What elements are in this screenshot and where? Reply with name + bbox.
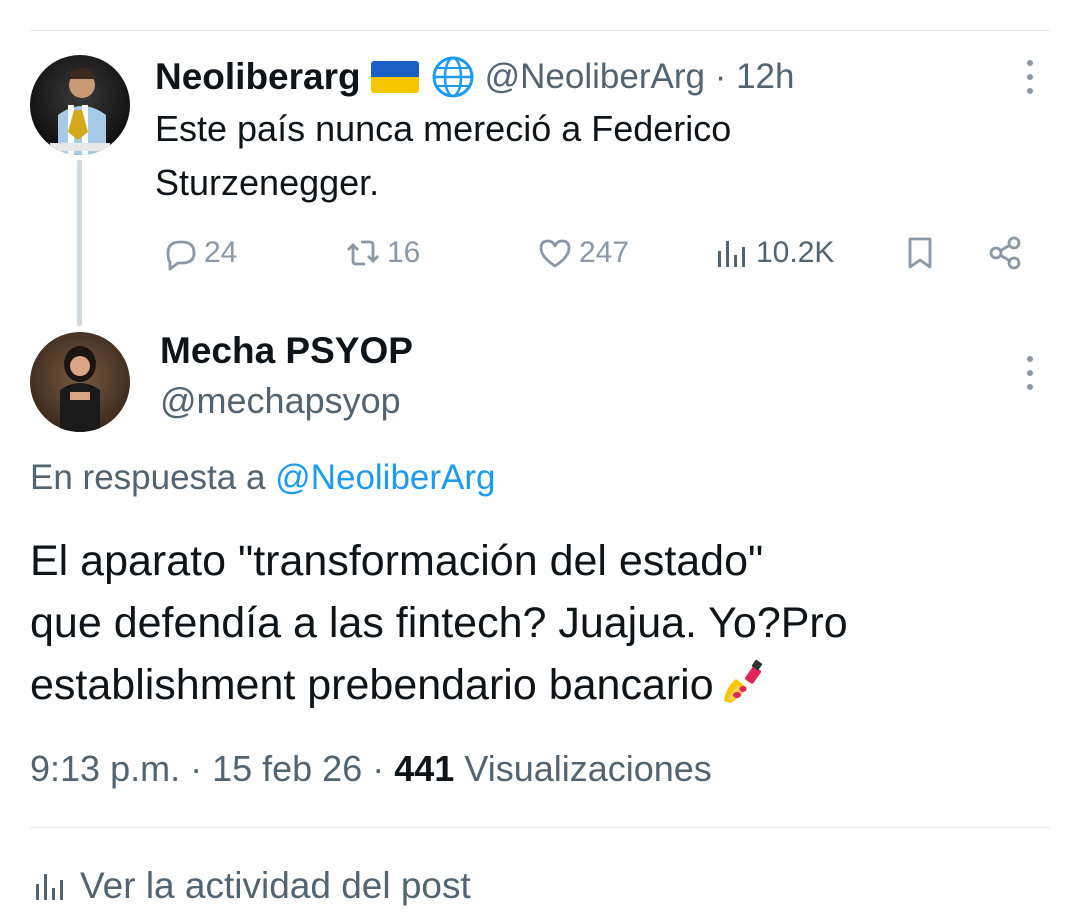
views-button[interactable]: 10.2K — [712, 230, 834, 276]
tweet-time[interactable]: 9:13 p.m. — [30, 748, 180, 789]
view-post-activity-link[interactable]: Ver la actividad del post — [30, 862, 471, 910]
top-divider — [30, 30, 1050, 31]
share-icon — [989, 236, 1021, 270]
reply-avatar-image — [60, 346, 100, 432]
views-count: 10.2K — [756, 236, 835, 269]
parent-avatar[interactable] — [30, 55, 130, 155]
parent-tweet-text: Este país nunca mereció a Federico Sturz… — [155, 108, 732, 203]
activity-bar-chart-icon — [36, 874, 63, 900]
reply-handle[interactable]: @mechapsyop — [160, 380, 401, 422]
parent-action-bar: 24 16 247 10.2K — [0, 230, 1080, 276]
bookmark-icon — [908, 237, 932, 269]
globe-icon — [432, 56, 474, 98]
like-button[interactable]: 247 — [535, 230, 629, 276]
reply-display-name[interactable]: Mecha PSYOP — [160, 330, 413, 372]
views-total: 441 — [394, 748, 455, 789]
reply-more-options-icon[interactable] — [1025, 356, 1035, 390]
views-label: Visualizaciones — [464, 748, 712, 789]
nail-polish-emoji — [723, 659, 762, 703]
repost-icon — [347, 240, 379, 266]
ukraine-flag-icon — [370, 61, 419, 93]
heart-icon — [539, 239, 571, 268]
reply-avatar[interactable] — [30, 332, 130, 432]
replying-prefix: En respuesta a — [30, 458, 266, 497]
bottom-divider — [30, 827, 1050, 828]
share-button[interactable] — [985, 230, 1025, 276]
tweet-date[interactable]: 15 feb 26 — [212, 748, 362, 789]
parent-more-options-icon[interactable] — [1025, 60, 1035, 94]
bookmark-button[interactable] — [900, 230, 940, 276]
reply-tweet-text: El aparato "transformación del estado" q… — [30, 530, 1030, 716]
views-bar-chart-icon — [718, 241, 745, 267]
replying-mention-link[interactable]: @NeoliberArg — [275, 458, 495, 497]
reply-button[interactable]: 24 — [160, 230, 237, 276]
activity-link-label: Ver la actividad del post — [80, 865, 471, 906]
repost-count: 16 — [387, 236, 421, 269]
repost-button[interactable]: 16 — [343, 230, 420, 276]
parent-header: Neoliberarg @NeoliberArg · 12h — [155, 52, 794, 102]
parent-time: 12h — [736, 57, 795, 96]
parent-avatar-image — [50, 68, 110, 155]
reply-icon — [166, 240, 196, 271]
reply-count: 24 — [204, 236, 238, 269]
like-count: 247 — [579, 236, 630, 269]
replying-to-line: En respuesta a @NeoliberArg — [30, 458, 496, 498]
tweet-meta: 9:13 p.m. · 15 feb 26 · 441 Visualizacio… — [30, 748, 712, 789]
parent-handle[interactable]: @NeoliberArg · 12h — [485, 57, 795, 97]
parent-display-name[interactable]: Neoliberarg — [155, 56, 361, 98]
